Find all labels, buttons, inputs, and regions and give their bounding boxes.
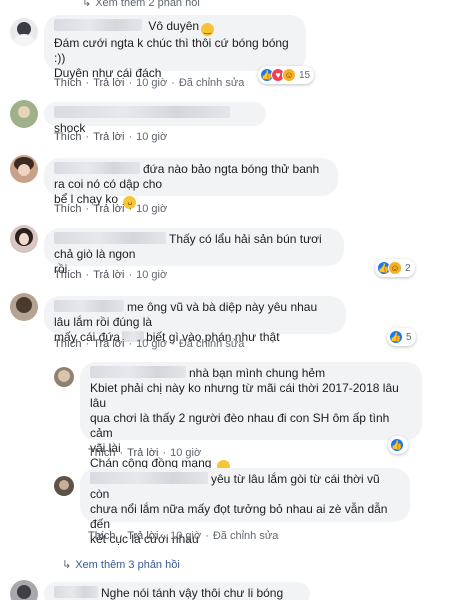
avatar[interactable]: [10, 293, 38, 321]
edited-label[interactable]: Đã chỉnh sửa: [179, 77, 244, 89]
like-link[interactable]: Thích: [88, 447, 116, 459]
reply-link[interactable]: Trả lời: [127, 447, 158, 459]
reply-arrow-icon: ↳: [62, 559, 72, 571]
reaction-summary[interactable]: 👍 ♥ ☺ 15: [258, 66, 315, 84]
reply-arrow-icon: ↳: [82, 0, 92, 9]
author-name-blurred[interactable]: [54, 232, 166, 244]
timestamp[interactable]: 10 giờ: [136, 203, 167, 215]
comment-actions: Thích · Trả lời · 10 giờ · Đã chỉnh sửa: [54, 77, 245, 89]
reply-link[interactable]: Trả lời: [93, 77, 124, 89]
comment-bubble: Thấy có lẩu hải sản bún tươi chả giò là …: [44, 228, 344, 276]
timestamp[interactable]: 10 giờ: [170, 530, 201, 542]
author-name-blurred[interactable]: [90, 366, 186, 378]
author-name-blurred[interactable]: [54, 586, 98, 598]
reply-bubble: nhà bạn mình chung hẻm Kbiet phải chị nà…: [80, 362, 422, 473]
reply-link[interactable]: Trả lời: [93, 338, 124, 350]
author-name-blurred[interactable]: [90, 472, 208, 484]
view-more-replies-top[interactable]: ↳ Xem thêm 2 phản hồi: [82, 0, 200, 9]
reply-link[interactable]: Trả lời: [93, 269, 124, 281]
reply-link[interactable]: Trả lời: [127, 530, 158, 542]
like-link[interactable]: Thích: [54, 203, 82, 215]
like-link[interactable]: Thích: [54, 131, 82, 143]
reaction-summary[interactable]: 👍 ☺ 2: [375, 259, 415, 277]
reply-link[interactable]: Trả lời: [93, 131, 124, 143]
like-link[interactable]: Thích: [88, 530, 116, 542]
comment-actions: Thích · Trả lời · 10 giờ: [54, 203, 168, 215]
author-name-blurred[interactable]: [54, 300, 124, 312]
reply-bubble: yêu từ lâu lắm gòi từ cái thời vũ còn ch…: [80, 468, 410, 546]
comment-bubble: đứa nào bảo ngta bóng thử banh ra coi nó…: [44, 158, 338, 209]
timestamp[interactable]: 10 giờ: [170, 447, 201, 459]
comment-actions: Thích · Trả lời · 10 giờ: [88, 447, 202, 459]
avatar[interactable]: [10, 18, 38, 46]
view-more-replies[interactable]: ↳ Xem thêm 3 phản hồi: [62, 558, 180, 571]
like-icon: 👍: [390, 438, 404, 452]
avatar[interactable]: [54, 367, 74, 387]
avatar[interactable]: [10, 580, 38, 600]
timestamp[interactable]: 10 giờ: [136, 77, 167, 89]
timestamp[interactable]: 10 giờ: [136, 338, 167, 350]
timestamp[interactable]: 10 giờ: [136, 131, 167, 143]
comment-actions: Thích · Trả lời · 10 giờ · Đã chỉnh sửa: [54, 338, 245, 350]
avatar[interactable]: [54, 476, 74, 496]
like-link[interactable]: Thích: [54, 269, 82, 281]
comment-bubble: Nghe nói tánh vậy thôi chư li bóng nha: [44, 582, 310, 600]
smile-emoji-icon: ‿: [201, 23, 215, 36]
avatar[interactable]: [10, 100, 38, 128]
author-name-blurred[interactable]: [54, 106, 230, 118]
edited-label[interactable]: Đã chỉnh sửa: [179, 338, 244, 350]
like-link[interactable]: Thích: [54, 338, 82, 350]
comment-bubble: shock: [44, 102, 266, 135]
comment-bubble: me ông vũ và bà diệp này yêu nhau lâu lắ…: [44, 296, 346, 344]
edited-label[interactable]: Đã chỉnh sửa: [213, 530, 278, 542]
comment-bubble: Vô duyên ‿ Đám cưới ngta k chúc thì thôi …: [44, 15, 306, 80]
reaction-summary[interactable]: 👍: [388, 436, 408, 454]
like-link[interactable]: Thích: [54, 77, 82, 89]
author-name-blurred[interactable]: [54, 162, 140, 174]
haha-icon: ☺: [388, 261, 402, 275]
comment-actions: Thích · Trả lời · 10 giờ · Đã chỉnh sửa: [88, 530, 279, 542]
comment-actions: Thích · Trả lời · 10 giờ: [54, 269, 168, 281]
like-icon: 👍: [389, 330, 403, 344]
author-name-blurred[interactable]: [54, 19, 142, 31]
comment-actions: Thích · Trả lời · 10 giờ: [54, 131, 168, 143]
avatar[interactable]: [10, 225, 38, 253]
reply-link[interactable]: Trả lời: [93, 203, 124, 215]
avatar[interactable]: [10, 155, 38, 183]
timestamp[interactable]: 10 giờ: [136, 269, 167, 281]
haha-icon: ☺: [282, 68, 296, 82]
reaction-summary[interactable]: 👍 5: [387, 328, 416, 346]
